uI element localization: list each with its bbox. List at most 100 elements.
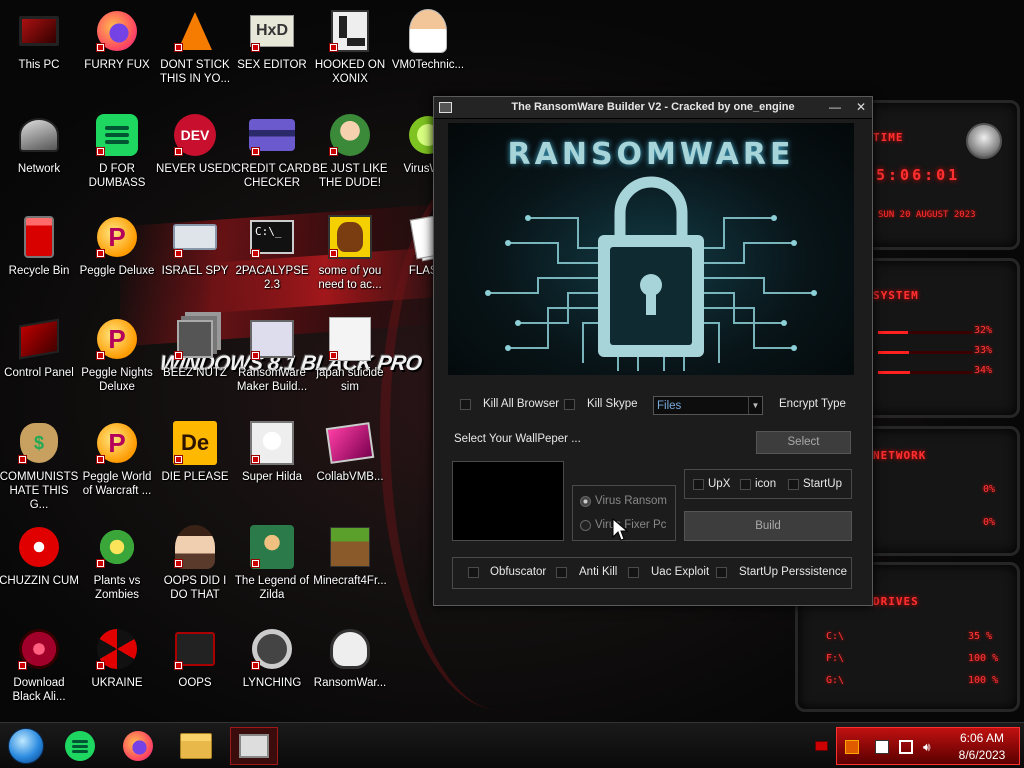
collabvm-icon (325, 420, 375, 466)
desktop-icon-label: CollabVMB... (316, 471, 384, 483)
desktop-icon-2pacalypse[interactable]: C:\_ 2PACALYPSE 2.3 (233, 214, 311, 292)
minimize-button[interactable]: — (826, 99, 844, 115)
desktop-icon-beez-nutz[interactable]: BEEZ NUTZ (156, 316, 234, 380)
desktop-icon-label: FURRY FUX (84, 59, 150, 71)
kill-all-browser-checkbox[interactable] (460, 399, 471, 410)
desktop-icon-ransomware-maker[interactable]: Ransomware Maker Build... (233, 316, 311, 394)
desktop-icon-collabvm[interactable]: CollabVMB... (311, 420, 389, 484)
select-wallpaper-button[interactable]: Select (756, 431, 851, 454)
desktop-icon-label: Peggle Deluxe (79, 265, 155, 277)
desktop-icon-ransomwar[interactable]: RansomWar... (311, 626, 389, 690)
desktop-icon-some-of-you[interactable]: some of you need to ac... (311, 214, 389, 292)
upx-checkbox[interactable] (693, 479, 704, 490)
virus-fixer-radio[interactable] (580, 520, 591, 531)
icon-checkbox[interactable] (740, 479, 751, 490)
taskbar-clock-date[interactable]: 8/6/2023 (947, 748, 1017, 762)
startup-persistence-checkbox[interactable] (716, 567, 727, 578)
spotify-icon (94, 112, 140, 158)
system-value: 33% (974, 345, 993, 356)
control-panel-icon (16, 316, 62, 362)
de-app-icon: De (172, 420, 218, 466)
desktop-icon-label: Network (17, 163, 61, 175)
desktop-icon-ukraine[interactable]: UKRAINE (78, 626, 156, 690)
peggle-icon: P (94, 316, 140, 362)
startup-checkbox[interactable] (788, 479, 799, 490)
taskbar-spotify[interactable] (56, 727, 104, 765)
desktop-icon-lynching[interactable]: LYNCHING (233, 626, 311, 690)
desktop-icon-recycle-bin[interactable]: Recycle Bin (0, 214, 78, 278)
desktop-icon-label: Ransomware Maker Build... (236, 367, 308, 393)
desktop-icon-minecraft[interactable]: Minecraft4Fr... (311, 524, 389, 588)
desktop-icon-israel-spy[interactable]: ISRAEL SPY (156, 214, 234, 278)
volume-icon[interactable]: 🔊︎ (923, 740, 937, 754)
window-app-icon (249, 316, 295, 362)
desktop-icon-die-please[interactable]: De DIE PLEASE (156, 420, 234, 484)
desktop-icon-dont-stick[interactable]: DONT STICK THIS IN YO... (156, 8, 234, 86)
startup-label: StartUp (803, 478, 842, 490)
desktop-icon-japan-suicide[interactable]: japan suicide sim (311, 316, 389, 394)
desktop-icon-peggle-wow[interactable]: P Peggle World of Warcraft ... (78, 420, 156, 498)
action-center-flag-icon[interactable] (875, 740, 889, 754)
desktop-icon-label: D FOR DUMBASS (88, 163, 146, 189)
obfuscator-checkbox[interactable] (468, 567, 479, 578)
anti-kill-checkbox[interactable] (556, 567, 567, 578)
network-icon (16, 112, 62, 158)
drive-value: 100 % (968, 675, 999, 686)
start-orb-icon[interactable] (8, 728, 44, 764)
desktop-icon-label: Download Black Ali... (12, 677, 66, 703)
desktop-icon-vm0technic[interactable]: VM0Technic... (389, 8, 467, 72)
taskbar-clock-time[interactable]: 6:06 AM (947, 731, 1017, 745)
desktop-icon-label: UKRAINE (91, 677, 143, 689)
taskbar-firefox[interactable] (114, 727, 162, 765)
notification-flag-icon[interactable] (815, 741, 828, 751)
desktop-icon-plants-vs-zombies[interactable]: Plants vs Zombies (78, 524, 156, 602)
radiation-icon (94, 626, 140, 672)
desktop-icon-be-just-like[interactable]: BE JUST LIKE THE DUDE! (311, 112, 389, 190)
network-icon[interactable] (899, 740, 913, 754)
desktop-icon-legend-of-zilda[interactable]: The Legend of Zilda (233, 524, 311, 602)
security-shield-icon[interactable] (845, 740, 859, 754)
desktop-icon-oops-did-i[interactable]: OOPS DID I DO THAT (156, 524, 234, 602)
desktop-icon-never-used[interactable]: DEV NEVER USED! (156, 112, 234, 176)
desktop-icon-communists[interactable]: $ COMMUNISTS HATE THIS G... (0, 420, 78, 512)
desktop-icon-label: COMMUNISTS HATE THIS G... (0, 471, 79, 511)
desktop-icon-sex-editor[interactable]: HxD SEX EDITOR (233, 8, 311, 72)
desktop-icon-peggle-nights[interactable]: P Peggle Nights Deluxe (78, 316, 156, 394)
desktop-icon-download-black-ali[interactable]: Download Black Ali... (0, 626, 78, 704)
drive-value: 100 % (968, 653, 999, 664)
window-title: The RansomWare Builder V2 - Cracked by o… (511, 101, 795, 113)
close-button[interactable]: ✕ (852, 99, 870, 115)
desktop-icon-furry-fux[interactable]: FURRY FUX (78, 8, 156, 72)
taskbar-ransomware-builder[interactable] (230, 727, 278, 765)
kill-skype-checkbox[interactable] (564, 399, 575, 410)
build-button[interactable]: Build (684, 511, 852, 541)
desktop-icon-d-for-dumbass[interactable]: D FOR DUMBASS (78, 112, 156, 190)
kill-all-browser-label: Kill All Browser (483, 398, 560, 410)
uac-exploit-checkbox[interactable] (628, 567, 639, 578)
recycle-bin-icon (16, 214, 62, 260)
desktop-icon-super-hilda[interactable]: Super Hilda (233, 420, 311, 484)
folder-icon (180, 733, 212, 759)
desktop-icon-control-panel[interactable]: Control Panel (0, 316, 78, 380)
taskbar: 🔊︎ 6:06 AM 8/6/2023 (0, 722, 1024, 768)
desktop-icon-credit-card[interactable]: CREDIT CARD CHECKER (233, 112, 311, 190)
desktop-icon-hooked-on-xonix[interactable]: HOOKED ON XONIX (311, 8, 389, 86)
desktop-icon-network[interactable]: Network (0, 112, 78, 176)
encrypt-type-select[interactable]: Files ▼ (653, 396, 763, 415)
chuzzle-icon (16, 524, 62, 570)
taskbar-file-explorer[interactable] (172, 727, 220, 765)
ransomware-banner: RANSOMWARE (448, 123, 854, 375)
desktop-icon-chuzzin[interactable]: CHUZZIN CUM (0, 524, 79, 588)
stacked-windows-icon (172, 316, 218, 362)
spotify-icon (65, 731, 95, 761)
window-app-icon (239, 734, 269, 758)
desktop-icon-peggle-deluxe[interactable]: P Peggle Deluxe (78, 214, 156, 278)
virus-ransom-radio[interactable] (580, 496, 591, 507)
chevron-down-icon[interactable]: ▼ (748, 397, 762, 414)
window-titlebar[interactable]: The RansomWare Builder V2 - Cracked by o… (434, 97, 872, 119)
desktop-icon-oops[interactable]: OOPS (156, 626, 234, 690)
network-value: 0% (983, 517, 996, 528)
desktop-icon-this-pc[interactable]: This PC (0, 8, 78, 72)
desktop-icon-label: Control Panel (4, 367, 74, 379)
doctor-icon (405, 8, 451, 54)
